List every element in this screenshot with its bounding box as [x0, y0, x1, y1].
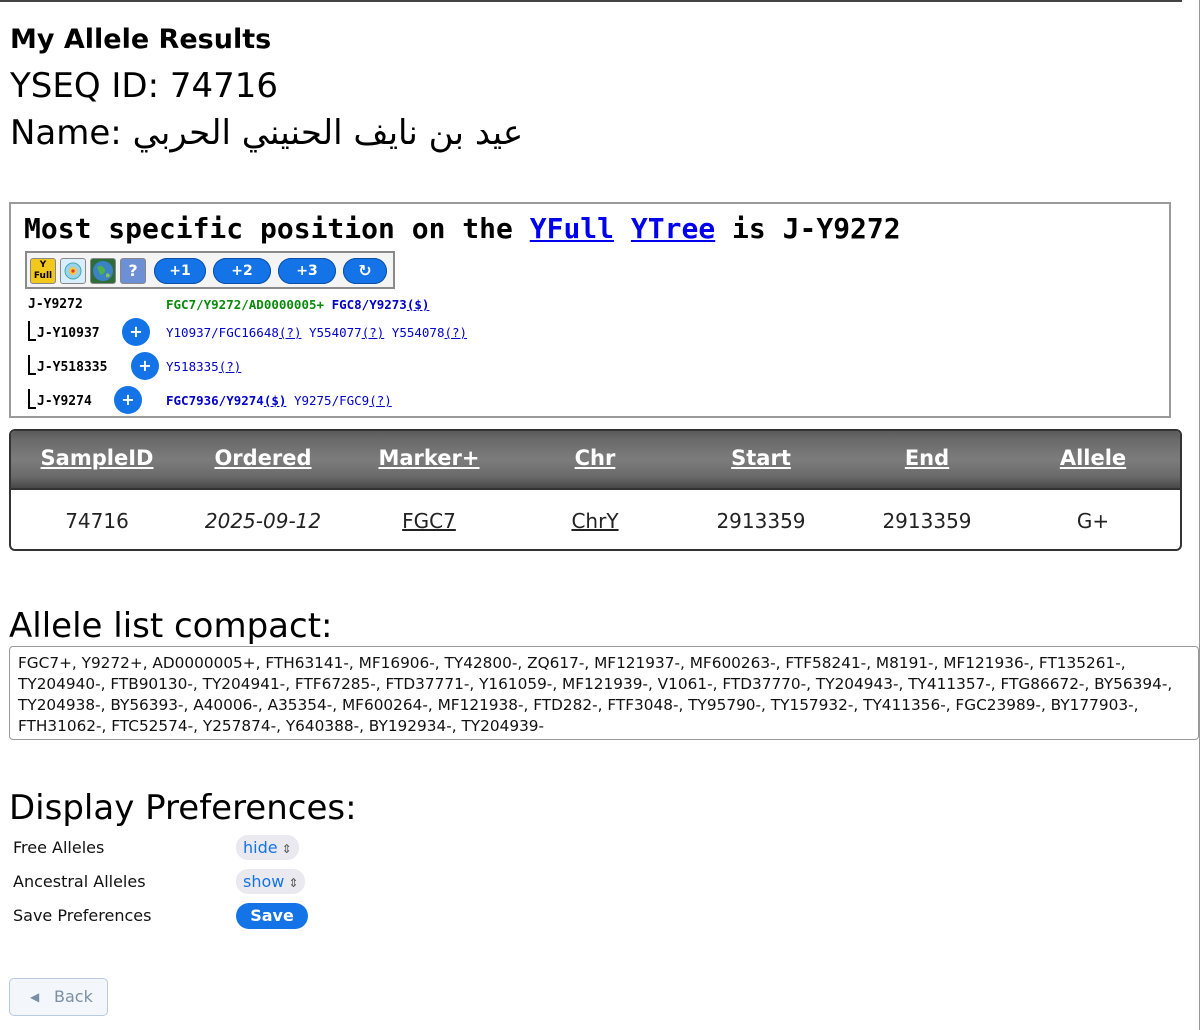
free-alleles-value: hide [243, 838, 278, 857]
globe-icon[interactable] [90, 258, 116, 284]
snp-link[interactable]: (?) [219, 359, 242, 374]
free-alleles-label: Free Alleles [13, 838, 105, 857]
tree-child-node: J-Y518335 [28, 355, 107, 375]
save-button[interactable]: Save [236, 903, 308, 929]
chevron-updown-icon: ⇕ [281, 842, 292, 856]
preferences-heading: Display Preferences: [9, 788, 357, 828]
allele-list-text: FGC7+, Y9272+, AD0000005+, FTH63141-, MF… [9, 646, 1199, 740]
tree-branch-line [28, 389, 36, 409]
name-value: عيد بن نايف الحنيني الحربي [132, 113, 524, 153]
root-snp-positive: FGC7/Y9272/AD0000005+ [166, 297, 325, 312]
tree-child-label: J-Y518335 [37, 360, 108, 375]
cell-end: 2913359 [882, 509, 972, 533]
snp-link[interactable]: (?) [279, 325, 302, 340]
ancestral-alleles-label: Ancestral Alleles [13, 872, 146, 891]
allele-list-heading: Allele list compact: [9, 606, 333, 646]
help-icon[interactable]: ? [120, 258, 146, 284]
tree-root-label: J-Y9272 [28, 297, 83, 312]
tree-heading-prefix: Most specific position on the [24, 212, 513, 245]
column-header-allele[interactable]: Allele [1010, 446, 1176, 470]
top-divider [0, 0, 1182, 2]
tree-child-node: J-Y10937 [28, 321, 100, 341]
tree-branch-line [28, 355, 36, 375]
tree-child-node: J-Y9274 [28, 389, 92, 409]
table-header-row: SampleID Ordered Marker+ Chr Start End A… [11, 431, 1180, 488]
page-title: My Allele Results [10, 24, 272, 55]
cell-start: 2913359 [716, 509, 806, 533]
cell-sampleid: 74716 [65, 509, 129, 533]
expand-branch-button[interactable]: + [131, 352, 159, 380]
expand-plus1-button[interactable]: +1 [154, 258, 206, 284]
root-snp-other: FGC8/Y9273 [331, 297, 407, 312]
tree-child-label: J-Y10937 [37, 326, 100, 341]
header-divider [11, 488, 1180, 490]
yfull-tree-panel: Most specific position on the YFull YTre… [9, 202, 1171, 418]
tree-toolbar: Y Full ? +1 +2 +3 ↻ [25, 251, 395, 289]
yfull-link[interactable]: YFull [530, 212, 614, 245]
snp-link[interactable]: ($) [264, 393, 287, 408]
snp-name: Y518335 [166, 359, 219, 374]
reset-icon[interactable]: ↻ [343, 258, 387, 284]
snp-name: Y10937/FGC16648 [166, 325, 279, 340]
tree-branch-line [28, 321, 36, 341]
column-header-end[interactable]: End [844, 446, 1010, 470]
tree-child-label: J-Y9274 [37, 394, 92, 409]
save-preferences-label: Save Preferences [13, 906, 152, 925]
tree-root-snps: FGC7/Y9272/AD0000005+ FGC8/Y9273($) [166, 297, 429, 312]
snp-name: Y554077 [309, 325, 362, 340]
results-table: SampleID Ordered Marker+ Chr Start End A… [9, 429, 1182, 551]
yseq-id: YSEQ ID: 74716 [10, 66, 279, 106]
ancestral-alleles-value: show [243, 872, 285, 891]
column-header-ordered[interactable]: Ordered [180, 446, 346, 470]
column-header-sampleid[interactable]: SampleID [14, 446, 180, 470]
ytree-link[interactable]: YTree [631, 212, 715, 245]
tree-child-snps: Y10937/FGC16648(?) Y554077(?) Y554078(?) [166, 325, 467, 340]
expand-plus2-button[interactable]: +2 [213, 258, 271, 284]
free-alleles-select[interactable]: hide ⇕ [236, 835, 299, 860]
back-arrow-icon: ◀ [30, 990, 40, 1004]
chevron-updown-icon: ⇕ [288, 876, 299, 890]
tree-child-snps: FGC7936/Y9274($) Y9275/FGC9(?) [166, 393, 392, 408]
cell-chr-link[interactable]: ChrY [512, 509, 678, 533]
back-button[interactable]: ◀ Back [9, 978, 108, 1016]
cell-marker-link[interactable]: FGC7 [346, 509, 512, 533]
name-label: Name: [10, 113, 122, 153]
snp-link[interactable]: (?) [362, 325, 385, 340]
column-header-marker[interactable]: Marker+ [346, 446, 512, 470]
tree-child-snps: Y518335(?) [166, 359, 241, 374]
tree-heading-suffix: is J-Y9272 [732, 212, 901, 245]
tree-heading: Most specific position on the YFull YTre… [24, 212, 901, 245]
snp-name: Y554078 [391, 325, 445, 340]
expand-branch-button[interactable]: + [122, 318, 150, 346]
column-header-chr[interactable]: Chr [512, 446, 678, 470]
ancestral-alleles-select[interactable]: show ⇕ [236, 869, 306, 894]
back-label: Back [54, 987, 93, 1006]
cell-allele: G+ [1076, 509, 1110, 533]
cell-ordered: 2025-09-12 [204, 509, 322, 533]
column-header-start[interactable]: Start [678, 446, 844, 470]
customer-name: Name: عيد بن نايف الحنيني الحربي [10, 113, 523, 153]
expand-branch-button[interactable]: + [114, 386, 142, 414]
snp-link[interactable]: (?) [369, 393, 392, 408]
snp-name: Y9275/FGC9 [293, 393, 370, 408]
yfull-logo-icon[interactable]: Y Full [30, 258, 56, 284]
root-snp-link[interactable]: ($) [407, 297, 430, 312]
snp-name: FGC7936/Y9274 [166, 393, 264, 408]
snp-link[interactable]: (?) [444, 325, 467, 340]
expand-plus3-button[interactable]: +3 [278, 258, 336, 284]
target-icon[interactable] [60, 258, 86, 284]
